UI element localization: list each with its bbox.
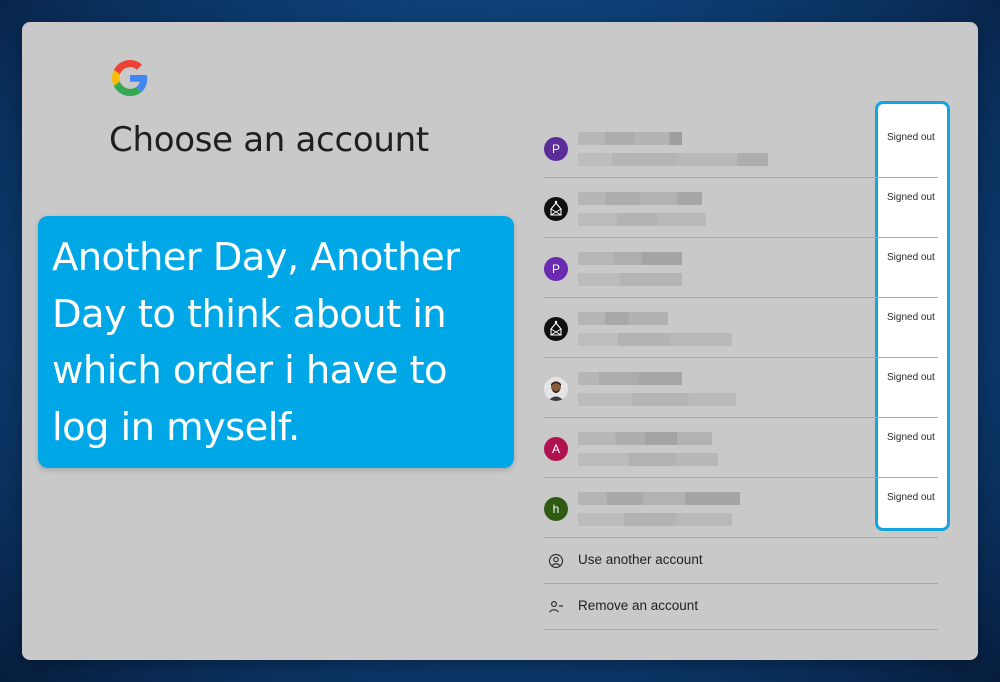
signed-out-status: Signed out (887, 432, 935, 443)
account-email-redacted (578, 453, 718, 466)
caption-callout: Another Day, Another Day to think about … (38, 216, 514, 468)
account-email-redacted (578, 333, 732, 346)
account-name-redacted (578, 132, 682, 145)
remove-account-button[interactable]: Remove an account (544, 584, 938, 630)
signed-out-status: Signed out (887, 252, 935, 263)
avatar (544, 377, 568, 401)
account-list: P Signed out Signed out P Signed out Sig… (544, 118, 938, 630)
account-name-redacted (578, 372, 682, 385)
avatar (544, 197, 568, 221)
account-chooser-card: Choose an account Another Day, Another D… (22, 22, 978, 660)
account-email-redacted (578, 273, 682, 286)
account-row[interactable]: A Signed out (544, 418, 938, 478)
account-email-redacted (578, 153, 768, 166)
account-row[interactable]: h Signed out (544, 478, 938, 538)
signed-out-status: Signed out (887, 192, 935, 203)
page-title: Choose an account (109, 120, 429, 160)
account-row[interactable]: Signed out (544, 358, 938, 418)
signed-out-status: Signed out (887, 132, 935, 143)
signed-out-status: Signed out (887, 312, 935, 323)
account-row[interactable]: P Signed out (544, 238, 938, 298)
avatar: P (544, 257, 568, 281)
signed-out-status: Signed out (887, 372, 935, 383)
account-email-redacted (578, 513, 732, 526)
avatar (544, 317, 568, 341)
callout-text: Another Day, Another Day to think about … (52, 235, 460, 450)
signed-out-status: Signed out (887, 492, 935, 503)
account-row[interactable]: Signed out (544, 298, 938, 358)
account-name-redacted (578, 252, 682, 265)
house-logo-icon (550, 200, 562, 216)
remove-account-label: Remove an account (578, 598, 699, 613)
avatar: h (544, 497, 568, 521)
account-row[interactable]: P Signed out (544, 118, 938, 178)
avatar: P (544, 137, 568, 161)
use-another-account-label: Use another account (578, 552, 703, 567)
account-row[interactable]: Signed out (544, 178, 938, 238)
account-name-redacted (578, 432, 712, 445)
google-logo-icon (112, 60, 148, 96)
house-logo-icon (550, 320, 562, 336)
account-email-redacted (578, 213, 706, 226)
account-circle-icon (548, 553, 564, 569)
account-name-redacted (578, 192, 702, 205)
avatar: A (544, 437, 568, 461)
account-name-redacted (578, 492, 740, 505)
account-name-redacted (578, 312, 668, 325)
person-photo-icon (544, 377, 568, 401)
account-email-redacted (578, 393, 736, 406)
use-another-account-button[interactable]: Use another account (544, 538, 938, 584)
person-remove-icon (549, 600, 563, 613)
